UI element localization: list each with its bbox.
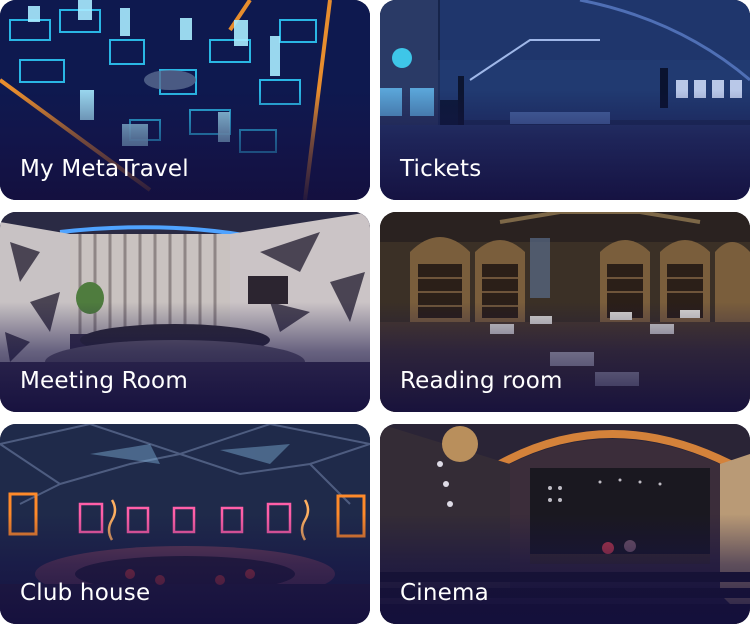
room-title: Reading room [400, 368, 563, 394]
room-title: My MetaTravel [20, 156, 189, 182]
room-title: Meeting Room [20, 368, 188, 394]
label-gradient [380, 302, 750, 412]
room-card-reading-room[interactable]: Reading room [380, 212, 750, 412]
label-gradient [0, 514, 370, 624]
label-gradient [0, 90, 370, 200]
room-card-meeting-room[interactable]: Meeting Room [0, 212, 370, 412]
room-card-my-metatravel[interactable]: My MetaTravel [0, 0, 370, 200]
room-title: Tickets [400, 156, 482, 182]
room-title: Cinema [400, 580, 489, 606]
room-card-tickets[interactable]: Tickets [380, 0, 750, 200]
room-grid: My MetaTravel Tickets Meeting Room Readi… [0, 0, 750, 624]
room-card-cinema[interactable]: Cinema [380, 424, 750, 624]
label-gradient [0, 302, 370, 412]
label-gradient [380, 90, 750, 200]
room-card-club-house[interactable]: Club house [0, 424, 370, 624]
room-title: Club house [20, 580, 151, 606]
label-gradient [380, 514, 750, 624]
